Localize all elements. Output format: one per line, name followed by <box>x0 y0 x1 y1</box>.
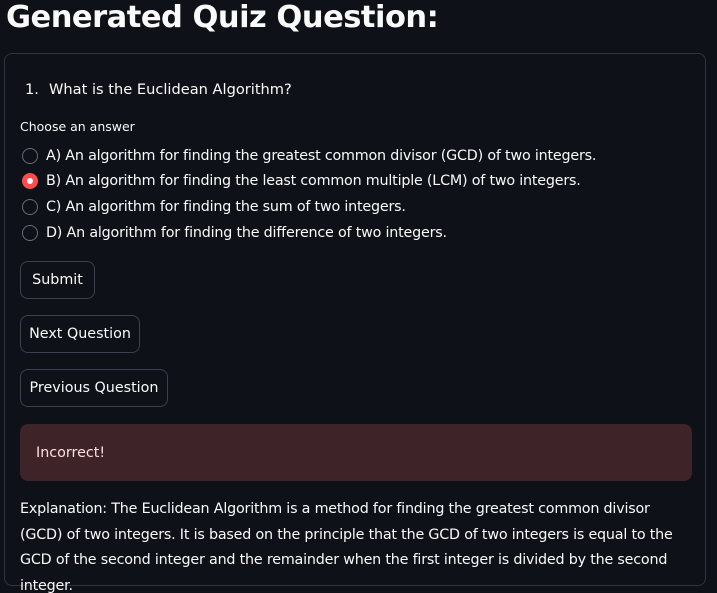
answer-option-c[interactable]: C) An algorithm for finding the sum of t… <box>22 194 596 220</box>
radio-dot-icon <box>27 178 33 185</box>
radio-unchecked-icon[interactable] <box>22 198 38 215</box>
answer-option-d[interactable]: D) An algorithm for finding the differen… <box>22 220 596 246</box>
page-title: Generated Quiz Question: <box>6 0 439 35</box>
previous-question-button[interactable]: Previous Question <box>20 369 168 407</box>
answer-option-label: D) An algorithm for finding the differen… <box>46 224 447 241</box>
next-question-button[interactable]: Next Question <box>20 315 140 353</box>
answer-option-label: B) An algorithm for finding the least co… <box>46 173 581 190</box>
submit-button[interactable]: Submit <box>20 261 95 299</box>
radio-checked-icon[interactable] <box>22 173 38 190</box>
radio-unchecked-icon[interactable] <box>22 224 38 241</box>
question: 1. What is the Euclidean Algorithm? <box>25 80 292 100</box>
radio-unchecked-icon[interactable] <box>22 147 38 164</box>
result-message: Incorrect! <box>36 444 106 461</box>
question-number: 1. <box>25 81 39 98</box>
answer-option-a[interactable]: A) An algorithm for finding the greatest… <box>22 143 596 169</box>
question-text: What is the Euclidean Algorithm? <box>49 81 292 98</box>
answer-option-b[interactable]: B) An algorithm for finding the least co… <box>22 169 596 195</box>
app-page: Generated Quiz Question: 1. What is the E… <box>0 0 717 593</box>
quiz-card: 1. What is the Euclidean Algorithm? Choos… <box>4 53 706 593</box>
explanation-text: Explanation: The Euclidean Algorithm is … <box>20 501 673 593</box>
result-alert: Incorrect! <box>20 424 692 481</box>
answer-group-label: Choose an answer <box>20 119 135 134</box>
answer-radio-group: A) An algorithm for finding the greatest… <box>22 143 596 245</box>
answer-option-label: A) An algorithm for finding the greatest… <box>46 147 597 164</box>
answer-option-label: C) An algorithm for finding the sum of t… <box>46 198 406 215</box>
